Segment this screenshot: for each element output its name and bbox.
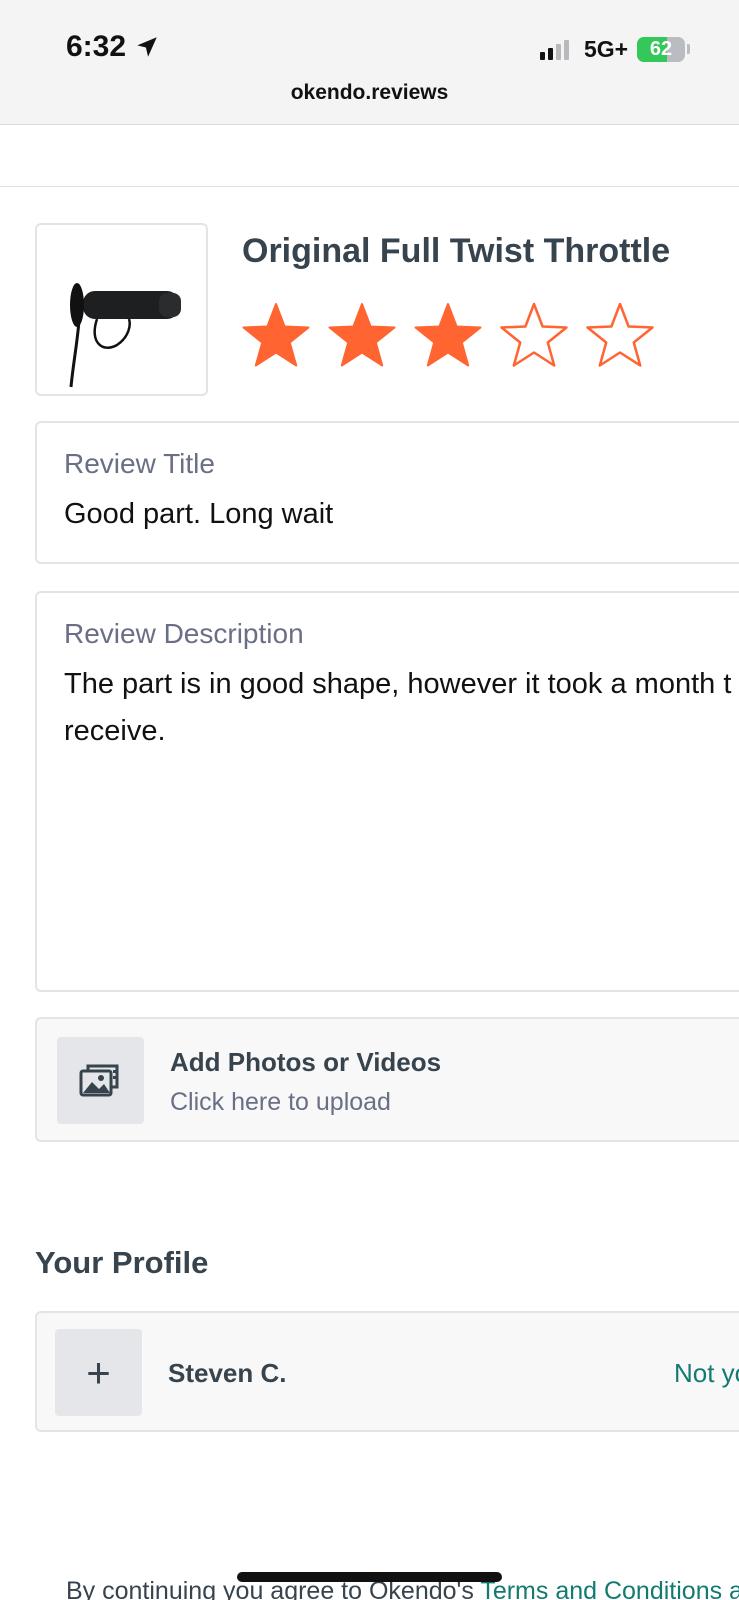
review-description-line-2[interactable]: receive. xyxy=(64,708,166,755)
header-divider xyxy=(0,186,739,187)
battery-percent: 62 xyxy=(649,38,673,60)
star-empty-icon[interactable] xyxy=(498,300,570,372)
battery-icon: 62 xyxy=(637,37,685,62)
upload-subtitle: Click here to upload xyxy=(170,1088,391,1116)
plus-icon: + xyxy=(86,1348,111,1396)
review-description-line-1[interactable]: The part is in good shape, however it to… xyxy=(64,661,731,708)
page: 6:32 5G+ 62 okendo.reviews Original Full… xyxy=(0,0,739,1600)
profile-name: Steven C. xyxy=(168,1358,287,1388)
review-title-field[interactable]: Review Title Good part. Long wait xyxy=(35,421,739,564)
url-bar[interactable]: okendo.reviews xyxy=(0,81,739,105)
not-you-link[interactable]: Not yo xyxy=(674,1358,739,1389)
review-title-input[interactable]: Good part. Long wait xyxy=(64,491,333,538)
review-description-label: Review Description xyxy=(64,618,304,649)
product-image xyxy=(35,223,208,396)
cellular-signal-icon xyxy=(540,40,569,60)
product-title: Original Full Twist Throttle xyxy=(242,232,671,270)
location-arrow-icon xyxy=(137,37,157,57)
browser-chrome: 6:32 5G+ 62 okendo.reviews xyxy=(0,0,739,125)
star-rating[interactable] xyxy=(240,300,656,372)
terms-link[interactable]: Terms and Conditions a xyxy=(480,1577,739,1600)
status-time: 6:32 xyxy=(66,30,160,64)
review-description-field[interactable]: Review Description The part is in good s… xyxy=(35,591,739,992)
throttle-grip-photo xyxy=(69,283,181,388)
star-filled-icon[interactable] xyxy=(326,300,398,372)
network-type: 5G+ xyxy=(584,36,629,62)
star-filled-icon[interactable] xyxy=(412,300,484,372)
upload-title: Add Photos or Videos xyxy=(170,1047,442,1077)
home-indicator[interactable] xyxy=(237,1572,502,1582)
time-text: 6:32 xyxy=(66,30,127,63)
review-title-label: Review Title xyxy=(64,448,215,479)
upload-icon-box xyxy=(57,1037,144,1124)
add-media-button[interactable]: Add Photos or Videos Click here to uploa… xyxy=(35,1017,739,1142)
star-filled-icon[interactable] xyxy=(240,300,312,372)
star-empty-icon[interactable] xyxy=(584,300,656,372)
profile-heading: Your Profile xyxy=(35,1245,209,1280)
profile-card[interactable]: + Steven C. Not yo xyxy=(35,1311,739,1432)
battery-cap xyxy=(687,44,690,54)
photo-upload-icon xyxy=(79,1064,118,1096)
add-avatar-button[interactable]: + xyxy=(55,1329,142,1416)
